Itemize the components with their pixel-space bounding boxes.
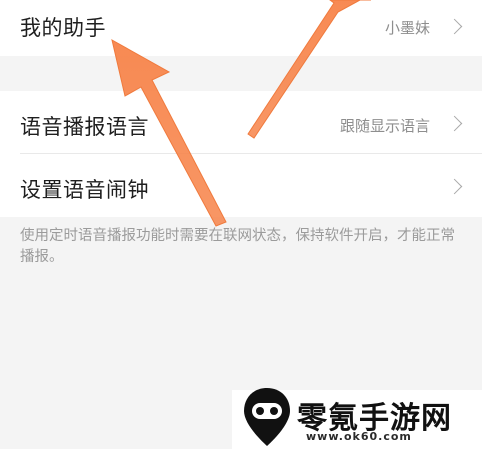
voice-alarm-label: 设置语音闹钟 (20, 178, 149, 202)
assistant-label: 我的助手 (20, 16, 106, 40)
assistant-value: 小墨妹 (384, 19, 430, 37)
voice-broadcast-note: 使用定时语音播报功能时需要在联网状态，保持软件开启，才能正常播报。 (20, 228, 455, 265)
settings-row-assistant[interactable]: 我的助手 小墨妹 (0, 0, 482, 56)
chevron-right-icon (446, 115, 463, 132)
game-controller-pin-icon (244, 388, 290, 446)
chevron-right-icon (446, 178, 463, 195)
settings-row-voice-alarm[interactable]: 设置语音闹钟 (0, 154, 482, 217)
voice-language-label: 语音播报语言 (20, 115, 149, 139)
voice-language-value: 跟随显示语言 (339, 117, 430, 135)
watermark-url: www.ok60.com (306, 430, 412, 443)
settings-row-voice-language[interactable]: 语音播报语言 跟随显示语言 (0, 91, 482, 154)
chevron-right-icon (446, 18, 463, 35)
annotation-arrows (111, 0, 371, 227)
